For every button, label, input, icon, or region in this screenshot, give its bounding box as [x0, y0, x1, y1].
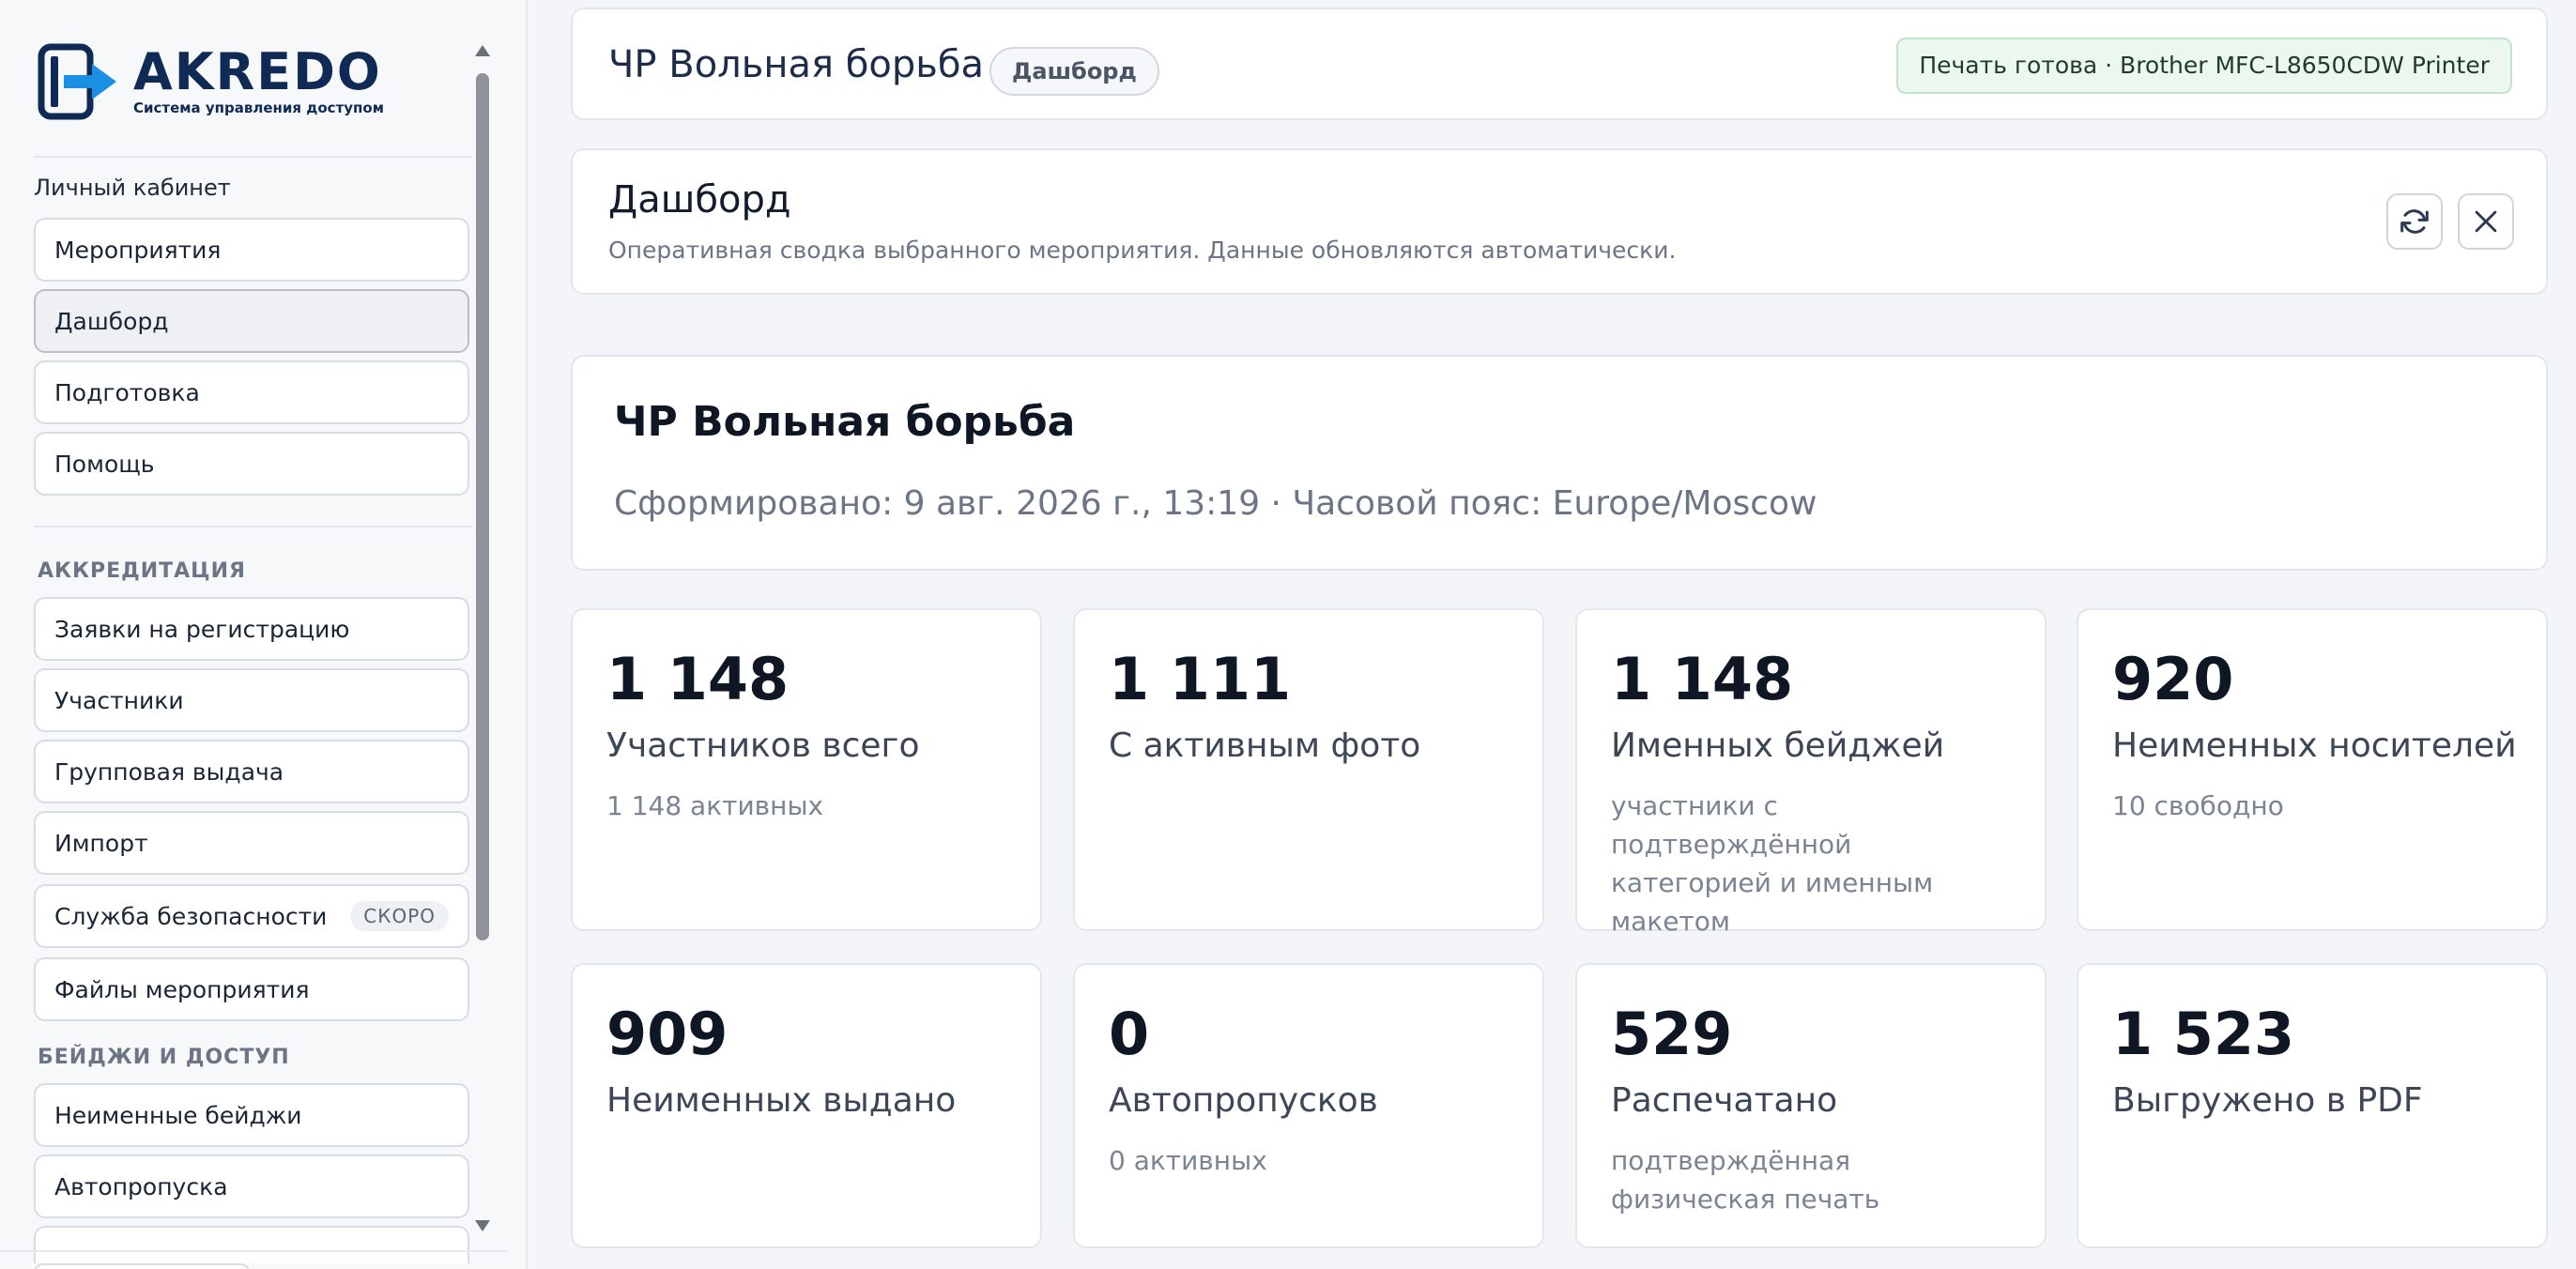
- refresh-icon: [2400, 209, 2429, 234]
- sidebar-footer-button[interactable]: [34, 1263, 250, 1269]
- close-icon: [2475, 210, 2497, 233]
- stat-label: Распечатано: [1611, 1081, 1838, 1120]
- stat-card-printed: 529 Распечатано подтверждённая физическа…: [1575, 963, 2047, 1248]
- sidebar-divider: [34, 526, 471, 527]
- triangle-up-icon[interactable]: [473, 41, 492, 60]
- scrollbar-thumb[interactable]: [476, 73, 489, 940]
- coming-soon-badge: СКОРО: [350, 901, 449, 931]
- stat-note: подтверждённая физическая печать: [1611, 1145, 1880, 1215]
- event-name: ЧР Вольная борьба: [608, 43, 985, 86]
- triangle-down-icon[interactable]: [473, 1216, 492, 1235]
- sidebar-item-partial[interactable]: [34, 1226, 469, 1263]
- sidebar-item-events[interactable]: Мероприятия: [34, 218, 469, 282]
- sidebar-item-anonymous-badges[interactable]: Неименные бейджи: [34, 1083, 469, 1147]
- printer-status-badge[interactable]: Печать готова · Brother MFC-L8650CDW Pri…: [1896, 38, 2512, 94]
- stat-label: Неименных выдано: [606, 1081, 957, 1120]
- stat-note: участники с подтверждённой категорией и …: [1611, 790, 1934, 937]
- stat-label: Именных бейджей: [1611, 726, 1945, 765]
- stat-card-anonymous-issued: 909 Неименных выдано: [571, 963, 1042, 1248]
- sidebar-item-security-service[interactable]: Служба безопасности СКОРО: [34, 884, 469, 948]
- stat-value: 0: [1109, 1000, 1150, 1068]
- sidebar-item-label: Дашборд: [54, 307, 169, 335]
- stat-label: Участников всего: [606, 726, 920, 765]
- sidebar-item-label: Заявки на регистрацию: [54, 615, 350, 643]
- sidebar-scrollbar[interactable]: [473, 41, 492, 1231]
- page-subtitle: Оперативная сводка выбранного мероприяти…: [608, 237, 1677, 264]
- sidebar-item-label: Автопропуска: [54, 1172, 228, 1200]
- stat-card-named-badges: 1 148 Именных бейджей участники с подтве…: [1575, 608, 2047, 937]
- stat-note: 1 148 активных: [606, 790, 824, 821]
- stat-card-active-photo: 1 111 С активным фото: [1073, 608, 1544, 931]
- sidebar-item-car-passes[interactable]: Автопропуска: [34, 1154, 469, 1218]
- stat-value: 1 148: [606, 645, 790, 713]
- dashboard-header-card: Дашборд Оперативная сводка выбранного ме…: [571, 148, 2548, 295]
- sidebar-item-label: Подготовка: [54, 378, 200, 406]
- stat-value: 529: [1611, 1000, 1733, 1068]
- sidebar-item-dashboard[interactable]: Дашборд: [34, 289, 469, 353]
- sidebar-item-registration-requests[interactable]: Заявки на регистрацию: [34, 597, 469, 661]
- event-summary-card: ЧР Вольная борьба Сформировано: 9 авг. 2…: [571, 355, 2548, 571]
- section-title-badges-access: БЕЙДЖИ И ДОСТУП: [38, 1046, 290, 1069]
- sidebar-item-import[interactable]: Импорт: [34, 811, 469, 875]
- event-title: ЧР Вольная борьба: [614, 398, 1076, 446]
- stat-label: Неименных носителей: [2112, 726, 2517, 765]
- sidebar-item-group-issue[interactable]: Групповая выдача: [34, 740, 469, 803]
- stat-label: Автопропусков: [1109, 1081, 1378, 1120]
- sidebar-divider: [34, 156, 471, 158]
- sidebar-item-event-files[interactable]: Файлы мероприятия: [34, 957, 469, 1021]
- stat-card-pdf-exported: 1 523 Выгружено в PDF: [2077, 963, 2548, 1248]
- stat-value: 920: [2112, 645, 2234, 713]
- sidebar-item-label: Служба безопасности: [54, 902, 328, 930]
- sidebar-item-help[interactable]: Помощь: [34, 432, 469, 496]
- sidebar-item-label: Помощь: [54, 450, 155, 478]
- stat-label: С активным фото: [1109, 726, 1421, 765]
- stat-note: 10 свободно: [2112, 790, 2284, 821]
- stat-value: 1 148: [1611, 645, 1794, 713]
- sidebar-item-preparation[interactable]: Подготовка: [34, 360, 469, 424]
- stat-note: 0 активных: [1109, 1145, 1267, 1176]
- top-header: ЧР Вольная борьба Дашборд Печать готова …: [571, 8, 2548, 120]
- refresh-button[interactable]: [2386, 193, 2443, 250]
- logo[interactable]: AKREDO Система управления доступом: [38, 43, 384, 122]
- sidebar-item-label: Мероприятия: [54, 236, 222, 264]
- page-title: Дашборд: [608, 178, 791, 222]
- close-button[interactable]: [2458, 193, 2514, 250]
- stat-card-car-passes: 0 Автопропусков 0 активных: [1073, 963, 1544, 1248]
- section-title-accreditation: АККРЕДИТАЦИЯ: [38, 559, 246, 583]
- sidebar-item-label: Файлы мероприятия: [54, 975, 310, 1003]
- event-generated-meta: Сформировано: 9 авг. 2026 г., 13:19 · Ча…: [614, 484, 1817, 523]
- stat-value: 909: [606, 1000, 728, 1068]
- stat-value: 1 523: [2112, 1000, 2295, 1068]
- logo-wordmark: AKREDO: [133, 42, 382, 101]
- sidebar-item-label: Групповая выдача: [54, 757, 284, 786]
- akredo-logo-icon: [38, 43, 116, 120]
- stat-card-participants-total: 1 148 Участников всего 1 148 активных: [571, 608, 1042, 931]
- sidebar-footer-divider: [0, 1250, 507, 1252]
- stat-value: 1 111: [1109, 645, 1292, 713]
- page-badge: Дашборд: [989, 47, 1159, 96]
- logo-tagline: Система управления доступом: [133, 99, 384, 116]
- sidebar-item-label: Импорт: [54, 829, 148, 857]
- sidebar: AKREDO Система управления доступом Личны…: [0, 0, 528, 1269]
- stat-card-anonymous-carriers: 920 Неименных носителей 10 свободно: [2077, 608, 2548, 931]
- sidebar-item-label: Неименные бейджи: [54, 1101, 302, 1129]
- stat-label: Выгружено в PDF: [2112, 1081, 2423, 1120]
- sidebar-item-label: Участники: [54, 686, 184, 714]
- sidebar-item-participants[interactable]: Участники: [34, 668, 469, 732]
- sidebar-caption: Личный кабинет: [34, 175, 231, 201]
